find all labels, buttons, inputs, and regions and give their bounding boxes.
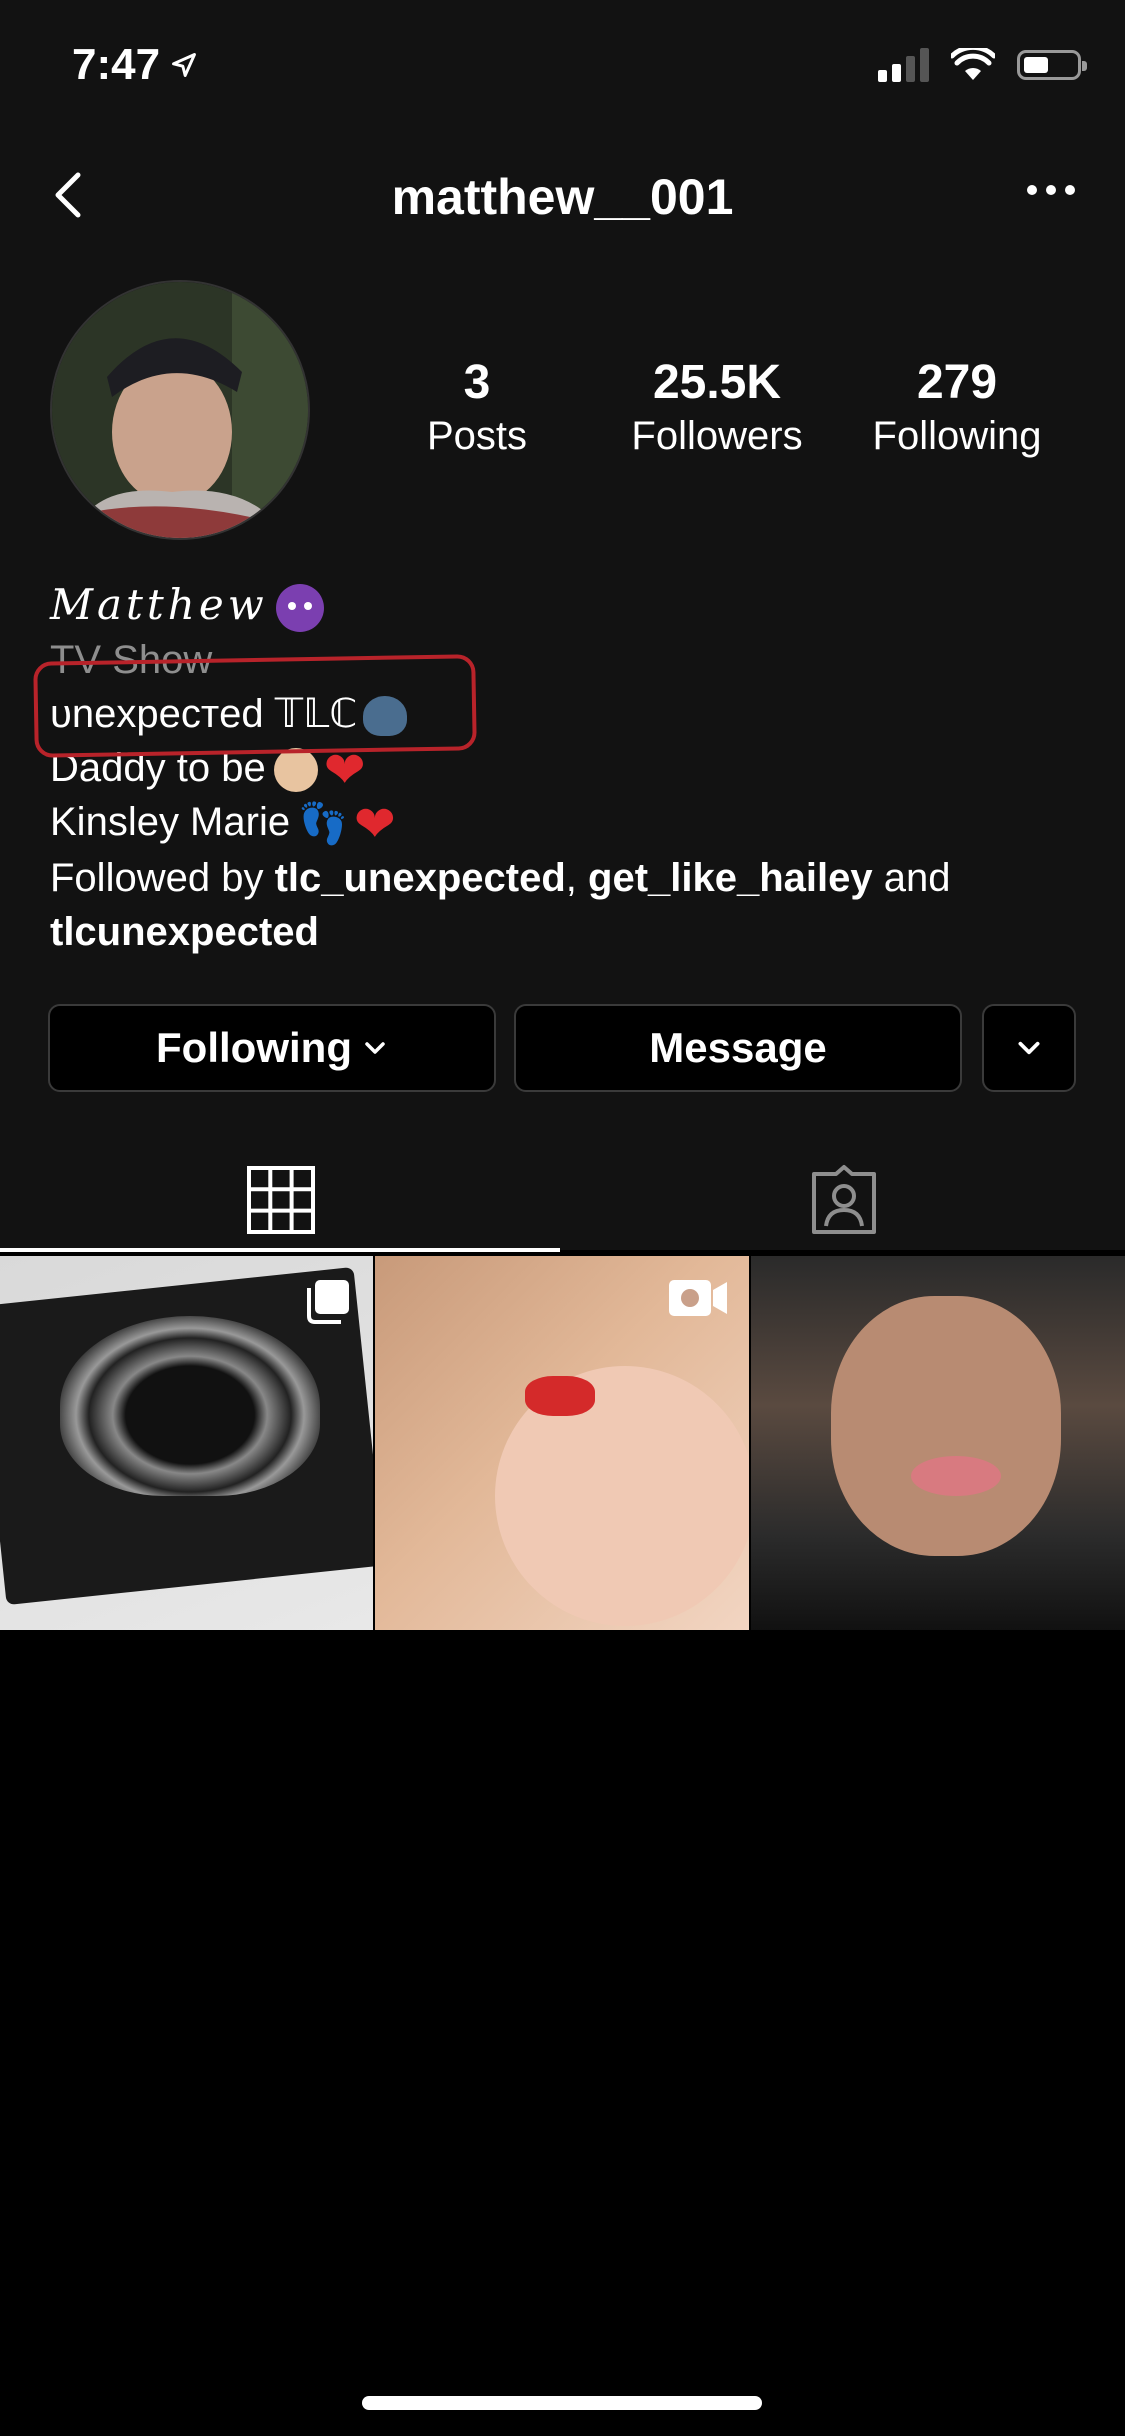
red-heart-emoji-icon: ❤ xyxy=(323,742,366,799)
red-annotation-outline xyxy=(33,654,477,758)
footprints-emoji-icon: 👣 xyxy=(298,802,348,847)
battery-icon xyxy=(1017,50,1087,80)
carousel-icon xyxy=(307,1280,349,1324)
wifi-icon xyxy=(951,48,995,80)
followers-label: Followers xyxy=(631,414,803,458)
message-button-label: Message xyxy=(649,1024,827,1071)
avatar[interactable] xyxy=(50,280,310,540)
posts-label: Posts xyxy=(426,414,528,458)
post-thumbnail-2[interactable] xyxy=(375,1256,749,1630)
baby-angel-emoji-icon xyxy=(273,748,318,793)
followed-and: and xyxy=(883,856,951,901)
home-indicator[interactable] xyxy=(362,2396,762,2410)
location-arrow-icon xyxy=(172,53,197,77)
bio-line-3: Kinsley Marie 👣 ❤ xyxy=(50,795,951,851)
tab-posts-grid[interactable] xyxy=(0,1150,562,1250)
tab-tagged[interactable] xyxy=(563,1150,1125,1250)
followers-value: 25.5K xyxy=(652,356,782,409)
followers-count[interactable]: 25.5K Followers xyxy=(607,355,827,461)
followed-by[interactable]: Followed by tlc_unexpected, get_like_hai… xyxy=(50,851,951,905)
message-button[interactable]: Message xyxy=(514,1004,962,1092)
bio-line-3-text: Kinsley Marie xyxy=(50,800,291,844)
tagged-icon xyxy=(812,1165,876,1234)
following-button-label: Following xyxy=(156,1024,352,1071)
page-title: matthew__001 xyxy=(391,169,734,225)
followed-user-3[interactable]: tlcunexpected xyxy=(50,910,319,954)
status-indicators xyxy=(878,48,1087,82)
followed-user-2[interactable]: get_like_hailey xyxy=(588,856,873,900)
followed-separator: , xyxy=(565,856,577,901)
posts-grid xyxy=(0,1256,1125,1630)
following-button[interactable]: Following xyxy=(48,1004,496,1092)
following-count[interactable]: 279 Following xyxy=(847,355,1067,461)
posts-count[interactable]: 3 Posts xyxy=(367,355,587,461)
post-thumbnail-3[interactable] xyxy=(751,1256,1125,1630)
grid-icon xyxy=(247,1166,315,1234)
bio-name-line: 𝑀𝑎𝑡𝑡ℎ𝑒𝑤 xyxy=(50,578,951,633)
active-tab-indicator xyxy=(0,1248,560,1252)
more-options-button[interactable] xyxy=(1027,185,1075,195)
red-heart-emoji-icon: ❤ xyxy=(353,796,396,853)
bio: 𝑀𝑎𝑡𝑡ℎ𝑒𝑤 TV Show ᴜnexpecтed 𝕋𝕃ℂ Daddy to … xyxy=(50,578,951,959)
chevron-down-icon xyxy=(365,1042,385,1054)
followed-user-1[interactable]: tlc_unexpected xyxy=(275,856,566,900)
suggested-accounts-button[interactable] xyxy=(982,1004,1076,1092)
video-icon xyxy=(669,1280,727,1316)
chevron-down-icon xyxy=(1018,1041,1040,1055)
smiling-devil-emoji-icon xyxy=(275,584,324,633)
clock: 7:47 xyxy=(72,40,161,89)
post-thumbnail-1[interactable] xyxy=(0,1256,373,1630)
following-value: 279 xyxy=(916,356,998,409)
avatar-photo xyxy=(52,282,308,538)
posts-value: 3 xyxy=(463,356,491,409)
followed-by-prefix: Followed by xyxy=(50,856,264,901)
cellular-signal-icon xyxy=(878,48,929,82)
following-label: Following xyxy=(872,414,1042,458)
status-time: 7:47 xyxy=(72,40,198,90)
display-name: 𝑀𝑎𝑡𝑡ℎ𝑒𝑤 xyxy=(50,580,268,629)
